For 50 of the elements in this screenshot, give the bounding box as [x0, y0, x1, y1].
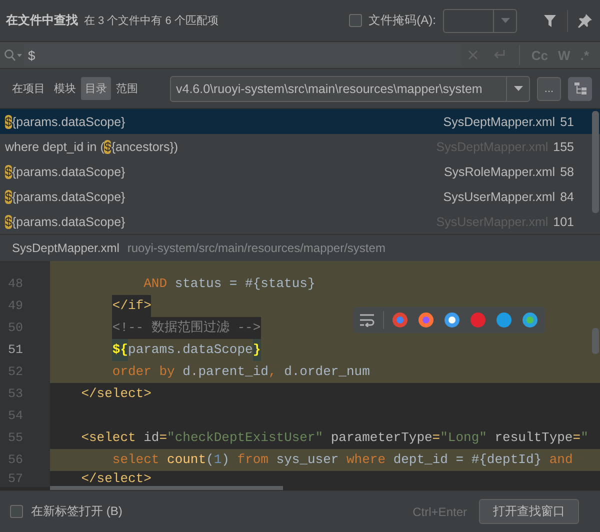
browser-icon[interactable] [444, 312, 460, 328]
search-icon[interactable] [4, 49, 24, 61]
browse-button[interactable]: ... [537, 76, 561, 100]
tree-icon [574, 82, 586, 95]
scope-tab[interactable]: 目录 [81, 77, 111, 100]
result-row[interactable]: ${params.dataScope} SysUserMapper.xml 84 [0, 184, 600, 209]
caret-icon[interactable] [500, 18, 510, 23]
scrollbar-thumb[interactable] [592, 328, 599, 354]
result-text: ${params.dataScope} [5, 190, 126, 204]
file-mask-label: 文件掩码(A): [368, 12, 436, 29]
result-line-number: 51 [560, 114, 574, 128]
preview-file-name: SysDeptMapper.xml [12, 241, 120, 255]
search-field[interactable]: $ [24, 44, 462, 66]
result-row[interactable]: ${params.dataScope} SysRoleMapper.xml 58 [0, 159, 600, 184]
result-text: ${params.dataScope} [5, 114, 126, 128]
result-line-number: 84 [560, 190, 574, 204]
soft-wrap-icon[interactable] [359, 313, 375, 327]
result-file: SysRoleMapper.xml [444, 164, 556, 178]
file-mask-dropdown[interactable] [443, 8, 517, 32]
scope-tab[interactable]: 模块 [50, 77, 80, 100]
directory-dropdown[interactable]: v4.6.0\ruoyi-system\src\main\resources\mapper\system [170, 76, 530, 102]
match-summary: 在 3 个文件中有 6 个匹配项 [84, 14, 218, 28]
result-file: SysUserMapper.xml [443, 190, 556, 204]
scrollbar-thumb[interactable] [592, 111, 599, 213]
file-mask-checkbox[interactable] [348, 14, 362, 27]
result-text: ${params.dataScope} [5, 214, 126, 228]
tree-view-button[interactable] [568, 76, 592, 100]
line-number: 51 [0, 339, 50, 361]
scope-tab[interactable]: 范围 [112, 77, 142, 100]
new-tab-checkbox[interactable] [10, 505, 23, 518]
result-line-number: 58 [560, 164, 574, 178]
clear-icon[interactable] [468, 50, 478, 60]
preview-file-path: ruoyi-system/src/main/resources/mapper/system [127, 241, 386, 255]
filter-icon[interactable] [543, 14, 557, 28]
new-tab-label: 在新标签打开 (B) [31, 503, 122, 520]
code-line: </select> [80, 471, 152, 487]
pin-icon[interactable] [578, 14, 592, 28]
result-file: SysDeptMapper.xml [443, 114, 556, 128]
scope-tab[interactable]: 在项目 [8, 77, 49, 100]
open-find-window-button[interactable]: 打开查找窗口 [479, 499, 579, 524]
caret-icon[interactable] [514, 86, 522, 91]
result-row[interactable]: ${params.dataScope} SysDeptMapper.xml 51 [0, 109, 600, 134]
result-line-number: 101 [553, 214, 574, 228]
code-line: <select id="checkDeptExistUser" parameterType="Long" resultType=" [80, 429, 590, 447]
newline-icon[interactable] [492, 49, 506, 61]
result-text: ${params.dataScope} [5, 164, 126, 178]
browser-icon[interactable] [522, 312, 538, 328]
code-line: </select> [80, 385, 152, 403]
result-line-number: 155 [553, 140, 574, 154]
dialog-title: 在文件中查找 [6, 12, 78, 29]
